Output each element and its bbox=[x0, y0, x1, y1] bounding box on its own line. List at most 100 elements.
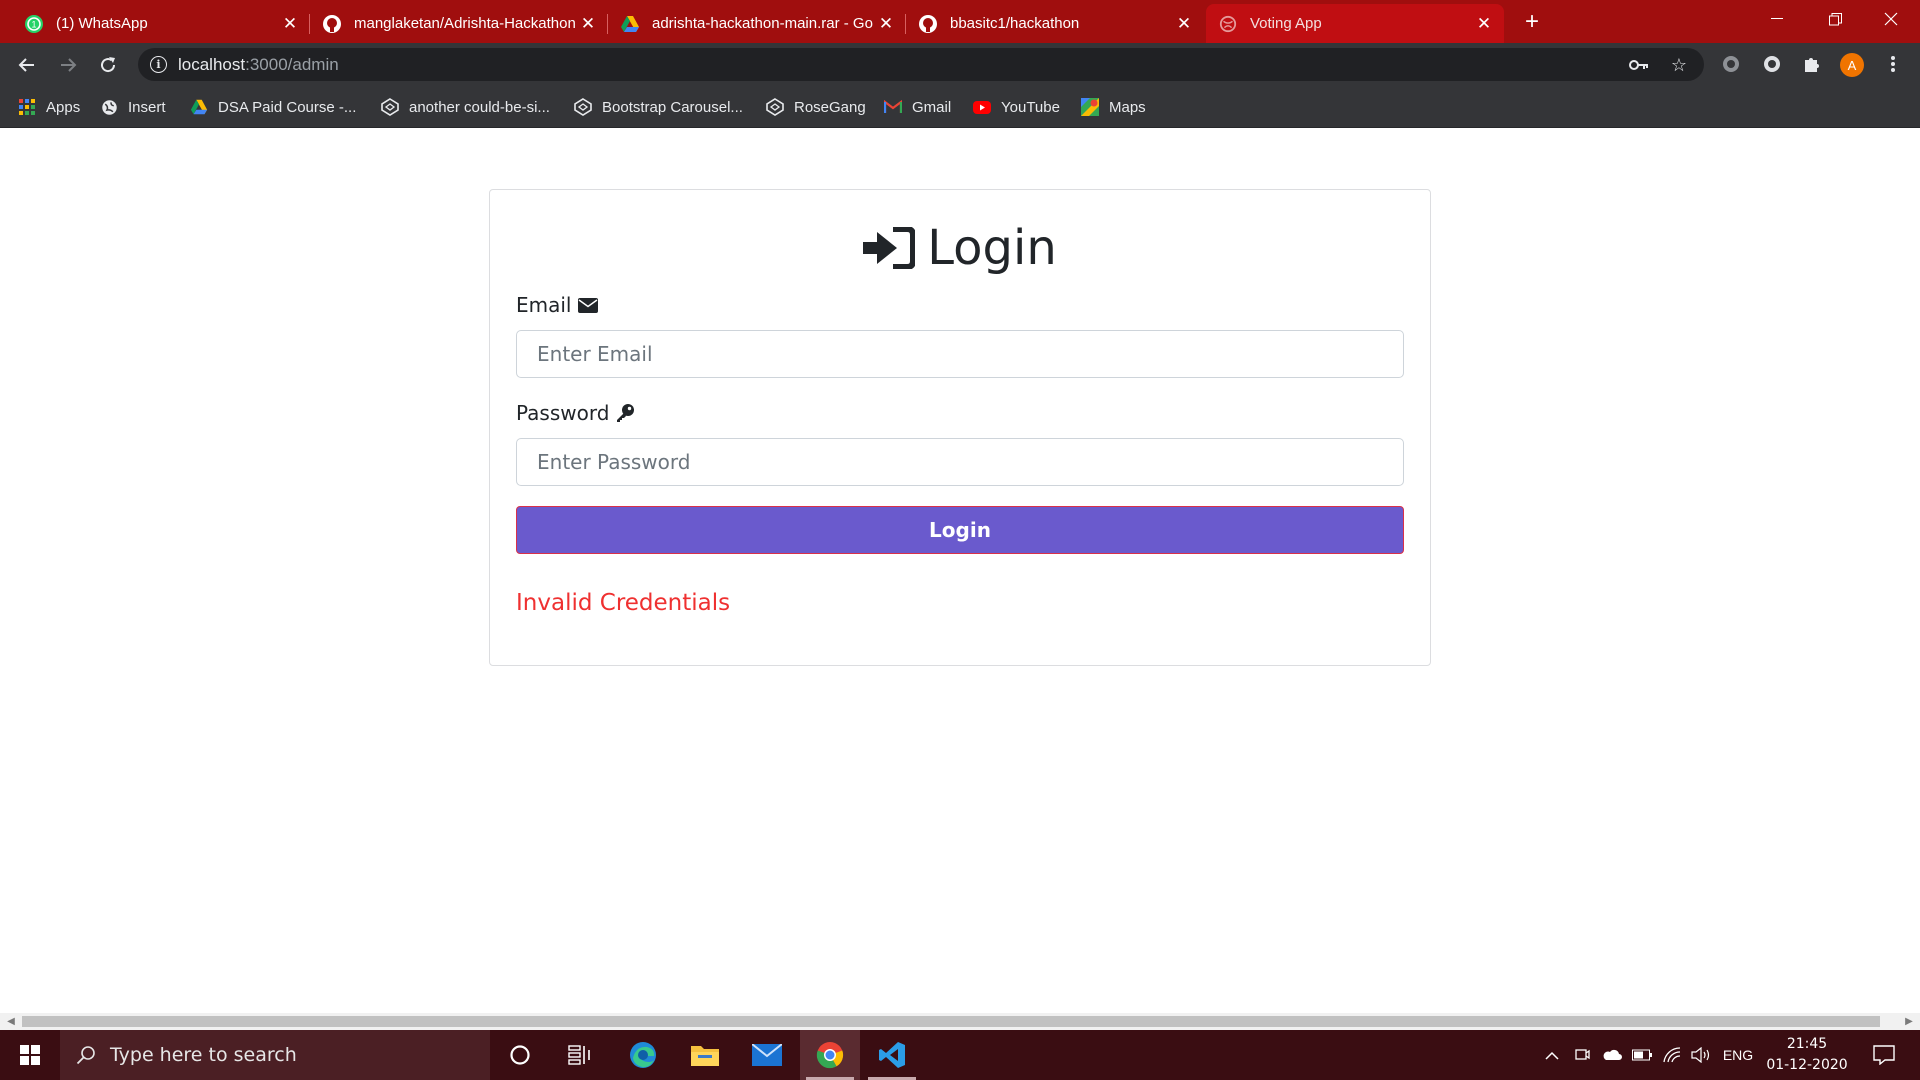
scrollbar-thumb[interactable] bbox=[22, 1016, 1880, 1027]
bookmark-label: YouTube bbox=[1001, 98, 1060, 116]
bookmark-label: DSA Paid Course -... bbox=[218, 98, 357, 116]
horizontal-scrollbar[interactable]: ◀ ▶ bbox=[0, 1013, 1920, 1030]
windows-taskbar: Type here to search ENG 21:45 01-12-2020 bbox=[0, 1030, 1920, 1080]
onedrive-icon[interactable] bbox=[1600, 1030, 1624, 1080]
google-drive-icon bbox=[620, 14, 640, 34]
bookmark-label: RoseGang bbox=[794, 98, 866, 116]
bookmark-maps[interactable]: Maps bbox=[1081, 95, 1146, 119]
login-button[interactable]: Login bbox=[516, 506, 1404, 554]
tab-title: manglaketan/Adrishta-Hackathon bbox=[354, 15, 576, 32]
close-icon[interactable]: ✕ bbox=[1474, 14, 1494, 34]
envelope-icon bbox=[577, 297, 598, 313]
password-label: Password bbox=[516, 401, 635, 425]
cortana-icon[interactable] bbox=[490, 1030, 550, 1080]
chevron-up-icon[interactable] bbox=[1540, 1030, 1564, 1080]
tab-github-hackathon[interactable]: bbasitc1/hackathon ✕ bbox=[906, 4, 1204, 43]
vscode-icon[interactable] bbox=[862, 1030, 922, 1080]
extension-circle-icon[interactable] bbox=[1718, 51, 1744, 77]
battery-icon[interactable] bbox=[1630, 1030, 1654, 1080]
codepen-icon bbox=[381, 98, 399, 116]
bookmark-dsa-course[interactable]: DSA Paid Course -... bbox=[190, 95, 356, 119]
tab-title: (1) WhatsApp bbox=[56, 15, 148, 32]
task-view-icon[interactable] bbox=[550, 1030, 610, 1080]
clock-date: 01-12-2020 bbox=[1766, 1057, 1848, 1073]
bookmark-label: Gmail bbox=[912, 98, 952, 116]
google-drive-icon bbox=[190, 98, 208, 116]
wifi-icon[interactable] bbox=[1660, 1030, 1684, 1080]
login-heading: Login bbox=[490, 220, 1430, 276]
puzzle-icon[interactable] bbox=[1799, 51, 1825, 77]
menu-dots-icon[interactable] bbox=[1880, 51, 1906, 77]
bookmark-label: Maps bbox=[1109, 98, 1146, 116]
new-tab-button[interactable]: + bbox=[1518, 8, 1546, 36]
globe-icon bbox=[1218, 14, 1238, 34]
restore-button[interactable] bbox=[1806, 0, 1864, 38]
edge-icon[interactable] bbox=[613, 1030, 673, 1080]
site-info-icon[interactable]: i bbox=[150, 56, 167, 73]
minimize-button[interactable] bbox=[1748, 0, 1806, 38]
bookmark-bootstrap-carousel[interactable]: Bootstrap Carousel... bbox=[574, 95, 743, 119]
tab-voting-app[interactable]: Voting App ✕ bbox=[1206, 4, 1504, 43]
bookmark-label: Bootstrap Carousel... bbox=[602, 98, 743, 116]
browser-tab-bar: 1 (1) WhatsApp ✕ manglaketan/Adrishta-Ha… bbox=[0, 0, 1920, 43]
scroll-left-icon[interactable]: ◀ bbox=[4, 1015, 18, 1028]
mail-icon[interactable] bbox=[737, 1030, 797, 1080]
star-icon[interactable]: ☆ bbox=[1668, 54, 1690, 76]
meet-now-icon[interactable] bbox=[1570, 1030, 1594, 1080]
back-icon[interactable] bbox=[13, 51, 41, 79]
maps-icon bbox=[1081, 98, 1099, 116]
tab-title: Voting App bbox=[1250, 15, 1322, 32]
login-card: Login Email Password Login Invalid Crede… bbox=[489, 189, 1431, 666]
search-icon bbox=[76, 1045, 96, 1065]
key-icon[interactable] bbox=[1628, 54, 1650, 76]
notification-center-icon[interactable] bbox=[1864, 1030, 1904, 1080]
windows-start-button[interactable] bbox=[0, 1030, 60, 1080]
file-explorer-icon[interactable] bbox=[675, 1030, 735, 1080]
reload-icon[interactable] bbox=[94, 51, 122, 79]
volume-icon[interactable] bbox=[1688, 1030, 1714, 1080]
taskbar-clock[interactable]: 21:45 01-12-2020 bbox=[1762, 1034, 1852, 1076]
bookmark-insert[interactable]: Insert bbox=[100, 95, 166, 119]
bookmark-apps[interactable]: Apps bbox=[18, 95, 80, 119]
tab-github-adrishta[interactable]: manglaketan/Adrishta-Hackathon ✕ bbox=[310, 4, 608, 43]
address-bar[interactable]: i localhost:3000/admin ☆ bbox=[138, 48, 1704, 81]
tab-google-drive[interactable]: adrishta-hackathon-main.rar - Go ✕ bbox=[608, 4, 906, 43]
tab-title: bbasitc1/hackathon bbox=[950, 15, 1080, 32]
bookmarks-bar: Apps Insert DSA Paid Course -... another… bbox=[0, 86, 1920, 128]
error-message: Invalid Credentials bbox=[516, 590, 731, 616]
bookmark-youtube[interactable]: YouTube bbox=[973, 95, 1060, 119]
tab-whatsapp[interactable]: 1 (1) WhatsApp ✕ bbox=[12, 4, 310, 43]
close-icon[interactable]: ✕ bbox=[1174, 14, 1194, 34]
youtube-icon bbox=[973, 98, 991, 116]
close-icon[interactable]: ✕ bbox=[280, 14, 300, 34]
profile-avatar[interactable]: A bbox=[1840, 53, 1864, 77]
url-path: :3000/admin bbox=[245, 55, 339, 74]
browser-toolbar: i localhost:3000/admin ☆ A bbox=[0, 43, 1920, 86]
bookmark-gmail[interactable]: Gmail bbox=[884, 95, 951, 119]
github-icon bbox=[918, 14, 938, 34]
language-indicator[interactable]: ENG bbox=[1718, 1030, 1758, 1080]
bookmark-another-could-be[interactable]: another could-be-si... bbox=[381, 95, 550, 119]
email-field[interactable] bbox=[516, 330, 1404, 378]
close-icon[interactable]: ✕ bbox=[876, 14, 896, 34]
email-label: Email bbox=[516, 293, 598, 317]
taskbar-search-placeholder: Type here to search bbox=[110, 1044, 297, 1066]
close-window-button[interactable] bbox=[1862, 0, 1920, 38]
email-label-text: Email bbox=[516, 293, 572, 317]
chrome-taskbar-icon[interactable] bbox=[800, 1030, 860, 1080]
taskbar-search[interactable]: Type here to search bbox=[60, 1030, 490, 1080]
close-icon[interactable]: ✕ bbox=[578, 14, 598, 34]
bookmark-rosegang[interactable]: RoseGang bbox=[766, 95, 866, 119]
tab-title: adrishta-hackathon-main.rar - Go bbox=[652, 15, 873, 32]
sign-in-icon bbox=[863, 227, 916, 269]
address-url[interactable]: localhost:3000/admin bbox=[178, 55, 339, 75]
extension-ring-icon[interactable] bbox=[1759, 51, 1785, 77]
password-field[interactable] bbox=[516, 438, 1404, 486]
login-title: Login bbox=[927, 220, 1057, 276]
scroll-right-icon[interactable]: ▶ bbox=[1902, 1015, 1916, 1028]
apps-grid-icon bbox=[18, 98, 36, 116]
github-icon bbox=[322, 14, 342, 34]
password-label-text: Password bbox=[516, 401, 610, 425]
codepen-icon bbox=[766, 98, 784, 116]
forward-icon[interactable] bbox=[54, 51, 82, 79]
